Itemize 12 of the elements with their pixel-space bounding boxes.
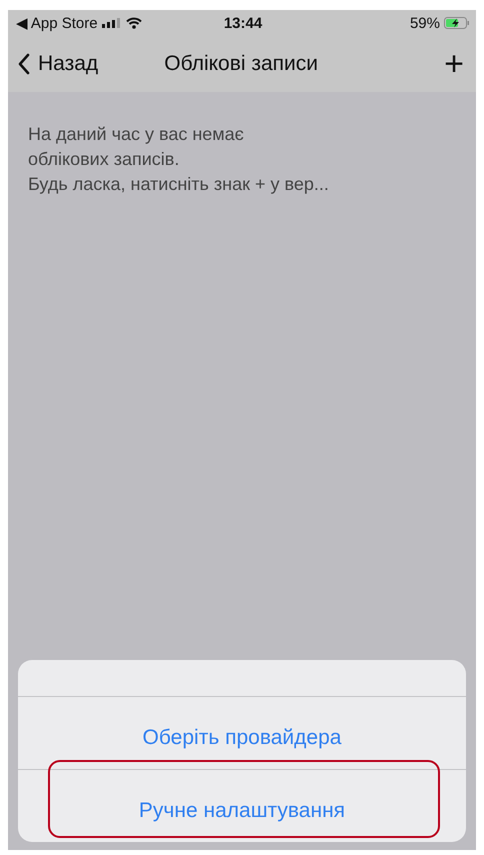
screen-title: Облікові записи: [164, 52, 318, 76]
chevron-left-icon: [18, 53, 30, 75]
battery-percent: 59%: [410, 14, 440, 32]
add-button[interactable]: +: [444, 47, 464, 81]
clock-time: 13:44: [224, 14, 262, 32]
back-to-app-link[interactable]: ◀ App Store: [16, 14, 98, 32]
empty-message-line: облікових записів.: [28, 148, 180, 171]
back-button[interactable]: Назад: [18, 52, 98, 76]
wifi-icon: [126, 17, 142, 29]
empty-message-line: Будь ласка, натисніть знак + у вер...: [28, 173, 330, 196]
signal-icon: [102, 17, 122, 29]
empty-message-line: На даний час у вас немає: [28, 123, 245, 146]
